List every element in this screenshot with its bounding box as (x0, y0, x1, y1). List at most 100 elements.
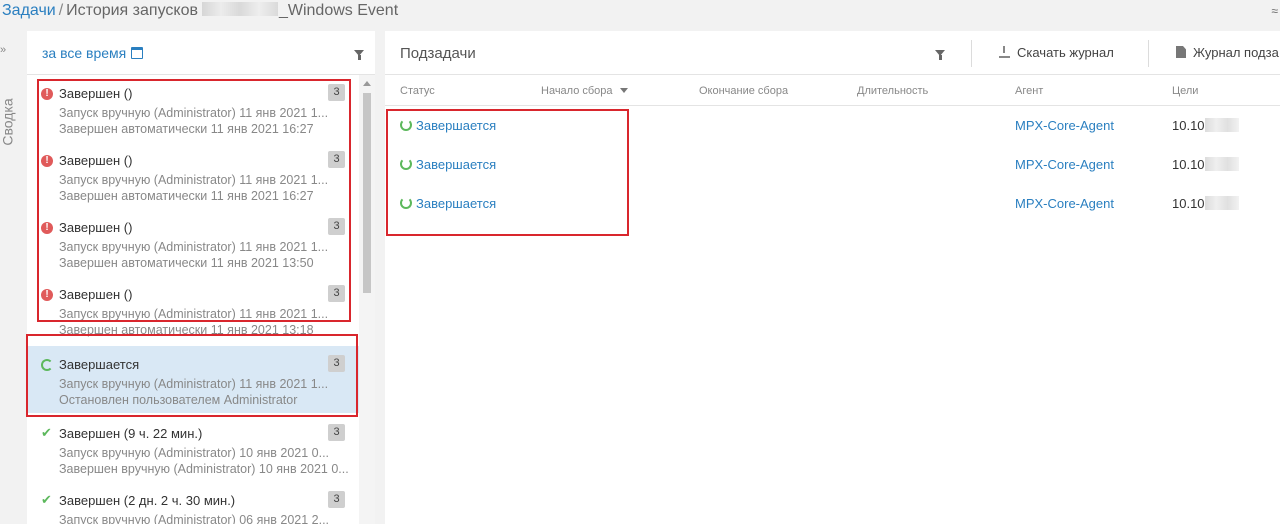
subtask-log-label: Журнал подза (1193, 45, 1279, 60)
run-start-info: Запуск вручную (Administrator) 11 янв 20… (59, 377, 329, 391)
breadcrumb-current-page: История запусков (66, 2, 198, 19)
column-header-targets[interactable]: Цели (1172, 85, 1198, 97)
period-label[interactable]: за все время (42, 45, 126, 61)
list-item[interactable]: ! Завершен () 3 Запуск вручную (Administ… (27, 276, 359, 343)
redacted-task-name (201, 2, 278, 16)
redacted-ip (1204, 196, 1239, 210)
expand-chevron-icon[interactable]: » (0, 44, 6, 56)
run-status-title: Завершен (2 дн. 2 ч. 30 мин.) (59, 493, 236, 508)
scroll-up-arrow-icon[interactable] (363, 81, 371, 86)
summary-strip-label[interactable]: Сводка (0, 98, 16, 145)
redacted-ip (1204, 118, 1239, 132)
agent-link[interactable]: MPX-Core-Agent (1015, 157, 1114, 172)
run-start-info: Запуск вручную (Administrator) 11 янв 20… (59, 106, 329, 120)
count-badge: 3 (328, 84, 345, 101)
count-badge: 3 (328, 355, 345, 372)
run-status-title: Завершен () (59, 220, 133, 235)
subtask-status[interactable]: Завершается (400, 118, 496, 133)
in-progress-icon (41, 359, 53, 371)
table-row[interactable]: Завершается MPX-Core-Agent 10.10 (385, 184, 1280, 223)
run-start-info: Запуск вручную (Administrator) 10 янв 20… (59, 446, 330, 460)
redacted-ip (1204, 157, 1239, 171)
column-header-end[interactable]: Окончание сбора (699, 85, 788, 97)
agent-link[interactable]: MPX-Core-Agent (1015, 196, 1114, 211)
target-cell: 10.10 (1172, 118, 1239, 133)
count-badge: 3 (328, 491, 345, 508)
run-status-title: Завершен () (59, 287, 133, 302)
in-progress-icon (400, 158, 412, 170)
run-start-info: Запуск вручную (Administrator) 06 янв 20… (59, 513, 330, 524)
run-end-info: Завершен автоматически 11 янв 2021 16:27 (59, 122, 314, 136)
subtask-status[interactable]: Завершается (400, 157, 496, 172)
scrollbar-thumb[interactable] (363, 93, 371, 293)
list-item[interactable]: ! Завершен () 3 Запуск вручную (Administ… (27, 75, 359, 142)
target-value: 10.10 (1172, 157, 1205, 172)
column-header-status[interactable]: Статус (400, 85, 435, 97)
list-item[interactable]: ! Завершен () 3 Запуск вручную (Administ… (27, 209, 359, 276)
filter-icon[interactable] (354, 50, 364, 60)
count-badge: 3 (328, 151, 345, 168)
list-item-selected[interactable]: Завершается 3 Запуск вручную (Administra… (27, 346, 359, 413)
collapse-icon[interactable]: ≈ (1271, 4, 1278, 18)
subtasks-panel: Подзадачи Скачать журнал Журнал подза Ст… (385, 31, 1280, 524)
subtask-status-label[interactable]: Завершается (416, 118, 496, 133)
sort-desc-icon[interactable] (619, 88, 628, 93)
run-end-info: Завершен автоматически 11 янв 2021 16:27 (59, 189, 314, 203)
subtasks-title: Подзадачи (400, 45, 476, 62)
error-icon: ! (41, 88, 53, 100)
subtask-log-button[interactable]: Журнал подза (1176, 45, 1279, 60)
run-status-title: Завершен () (59, 86, 133, 101)
table-row[interactable]: Завершается MPX-Core-Agent 10.10 (385, 145, 1280, 184)
agent-link[interactable]: MPX-Core-Agent (1015, 118, 1114, 133)
run-end-info: Завершен автоматически 11 янв 2021 13:18 (59, 323, 314, 337)
column-header-agent[interactable]: Агент (1015, 85, 1043, 97)
download-log-button[interactable]: Скачать журнал (999, 45, 1114, 60)
list-scrollbar[interactable] (359, 75, 375, 524)
target-value: 10.10 (1172, 118, 1205, 133)
list-item[interactable]: ✔ Завершен (9 ч. 22 мин.) 3 Запуск вручн… (27, 415, 359, 482)
subtask-status[interactable]: Завершается (400, 196, 496, 211)
error-icon: ! (41, 155, 53, 167)
target-cell: 10.10 (1172, 196, 1239, 211)
run-status-title: Завершен (9 ч. 22 мин.) (59, 426, 203, 441)
toolbar-divider (1148, 40, 1149, 67)
in-progress-icon (400, 197, 412, 209)
run-start-info: Запуск вручную (Administrator) 11 янв 20… (59, 307, 329, 321)
subtasks-toolbar: Подзадачи Скачать журнал Журнал подза (385, 31, 1280, 75)
document-icon (1176, 46, 1186, 58)
count-badge: 3 (328, 285, 345, 302)
error-icon: ! (41, 222, 53, 234)
checkmark-icon: ✔ (41, 492, 52, 507)
error-icon: ! (41, 289, 53, 301)
filter-icon[interactable] (935, 50, 945, 60)
download-log-label: Скачать журнал (1017, 45, 1114, 60)
column-header-duration[interactable]: Длительность (857, 85, 928, 97)
list-item[interactable]: ✔ Завершен (2 дн. 2 ч. 30 мин.) 3 Запуск… (27, 482, 359, 524)
breadcrumb-tasks-link[interactable]: Задачи (2, 2, 56, 19)
in-progress-icon (400, 119, 412, 131)
list-item[interactable]: ! Завершен () 3 Запуск вручную (Administ… (27, 142, 359, 209)
breadcrumb-separator: / (58, 2, 64, 19)
run-history-list: ! Завершен () 3 Запуск вручную (Administ… (27, 75, 359, 524)
run-end-info: Завершен автоматически 11 янв 2021 13:50 (59, 256, 314, 270)
summary-strip[interactable]: » Сводка (0, 28, 26, 524)
run-start-info: Запуск вручную (Administrator) 11 янв 20… (59, 240, 329, 254)
run-history-panel: за все время ! Завершен () 3 Запуск вруч… (27, 31, 375, 524)
run-end-info: Остановлен пользователем Administrator (59, 393, 298, 407)
target-cell: 10.10 (1172, 157, 1239, 172)
table-row[interactable]: Завершается MPX-Core-Agent 10.10 (385, 106, 1280, 145)
breadcrumb: Задачи / История запусков _Windows Event (2, 2, 398, 20)
run-end-info: Завершен вручную (Administrator) 10 янв … (59, 462, 349, 476)
subtask-status-label[interactable]: Завершается (416, 157, 496, 172)
run-start-info: Запуск вручную (Administrator) 11 янв 20… (59, 173, 329, 187)
calendar-icon[interactable] (131, 47, 144, 59)
column-header-start-label[interactable]: Начало сбора (541, 85, 613, 97)
checkmark-icon: ✔ (41, 425, 52, 440)
header: Задачи / История запусков _Windows Event ≈ (0, 0, 1280, 28)
subtask-status-label[interactable]: Завершается (416, 196, 496, 211)
toolbar-divider (971, 40, 972, 67)
subtasks-table-header: Статус Начало сбора Окончание сбора Длит… (385, 76, 1280, 106)
column-header-start[interactable]: Начало сбора (541, 85, 628, 97)
period-selector[interactable]: за все время (42, 45, 144, 61)
count-badge: 3 (328, 424, 345, 441)
